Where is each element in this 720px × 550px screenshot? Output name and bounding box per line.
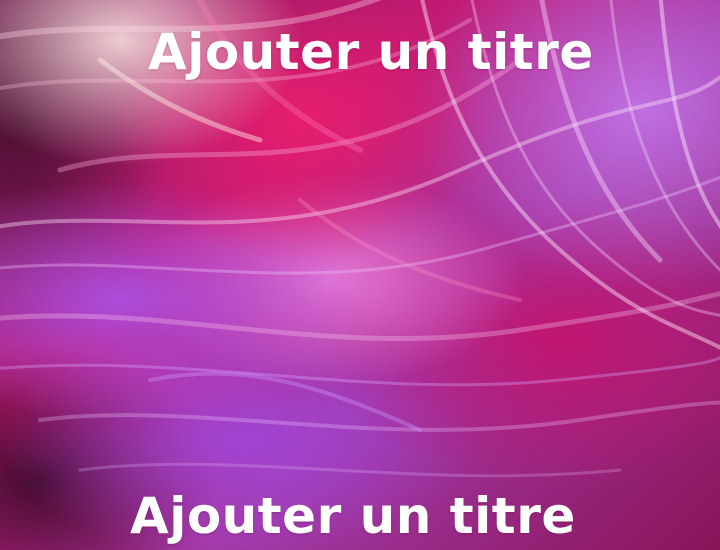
design-canvas: Ajouter un titre Ajouter un titre [0, 0, 720, 550]
title-text-top[interactable]: Ajouter un titre [0, 22, 720, 82]
antelope-canyon-background-image [0, 0, 720, 478]
title-text-bottom[interactable]: Ajouter un titre [0, 486, 720, 546]
